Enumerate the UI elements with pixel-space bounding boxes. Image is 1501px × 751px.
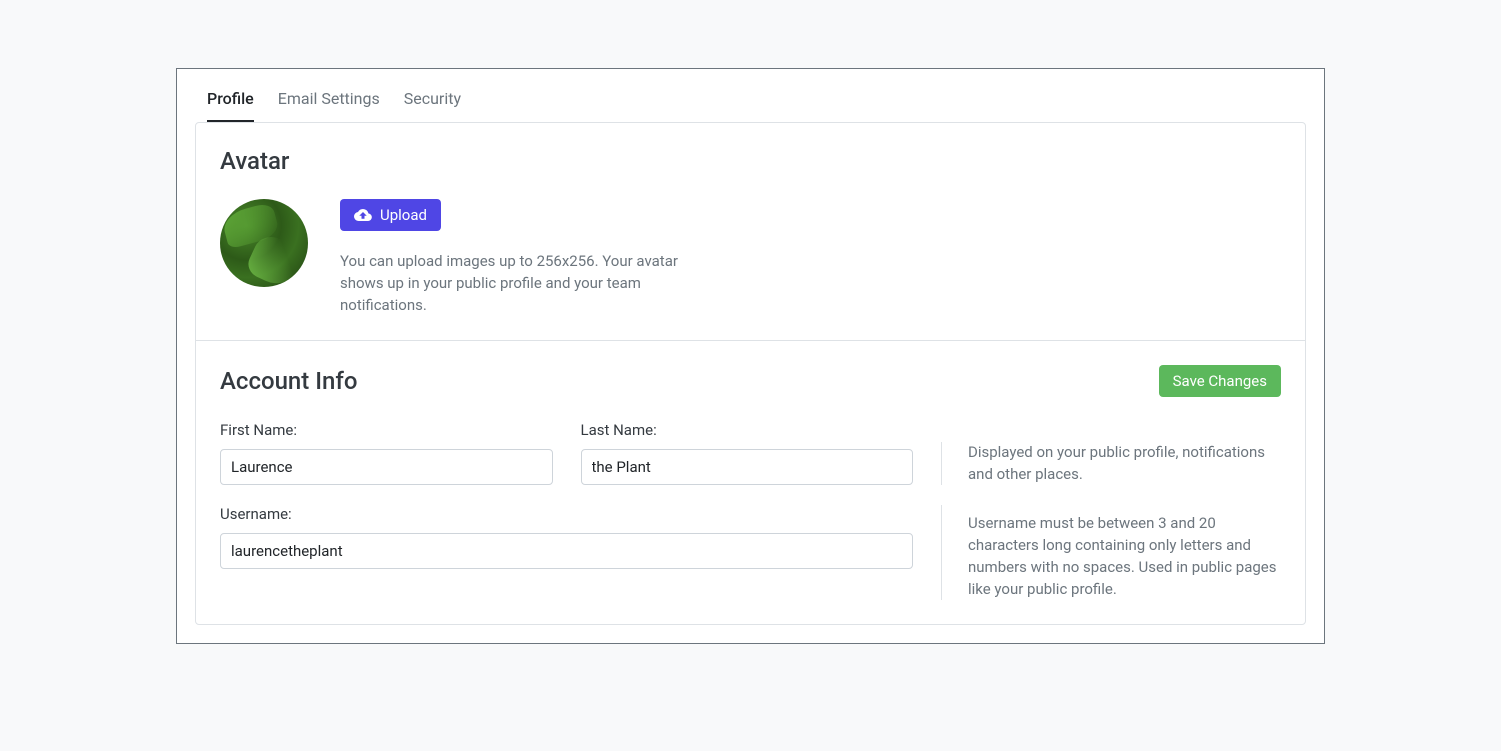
cloud-upload-icon [354,206,372,224]
tabs-nav: Profile Email Settings Security [195,69,1306,122]
last-name-label: Last Name: [581,421,914,439]
upload-button-label: Upload [380,206,427,224]
avatar [220,199,308,287]
settings-panel: Avatar Upload You can upload images up t… [195,122,1306,625]
avatar-section: Avatar Upload You can upload images up t… [196,123,1305,340]
tab-email-settings[interactable]: Email Settings [278,81,380,122]
avatar-help-text: You can upload images up to 256x256. You… [340,251,680,316]
first-name-group: First Name: [220,421,553,485]
save-changes-button[interactable]: Save Changes [1159,365,1281,397]
last-name-group: Last Name: [581,421,914,485]
upload-button[interactable]: Upload [340,199,441,231]
avatar-section-title: Avatar [220,147,289,175]
save-changes-label: Save Changes [1173,372,1267,390]
account-info-title: Account Info [220,367,358,395]
first-name-label: First Name: [220,421,553,439]
username-hint: Username must be between 3 and 20 charac… [941,505,1281,600]
tab-security[interactable]: Security [404,81,461,122]
tab-profile[interactable]: Profile [207,81,254,122]
username-label: Username: [220,505,913,523]
name-hint: Displayed on your public profile, notifi… [941,442,1281,486]
account-info-section: Account Info Save Changes First Name: La… [196,340,1305,624]
last-name-input[interactable] [581,449,914,485]
username-group: Username: [220,505,913,569]
settings-container: Profile Email Settings Security Avatar U… [176,68,1325,644]
first-name-input[interactable] [220,449,553,485]
username-input[interactable] [220,533,913,569]
